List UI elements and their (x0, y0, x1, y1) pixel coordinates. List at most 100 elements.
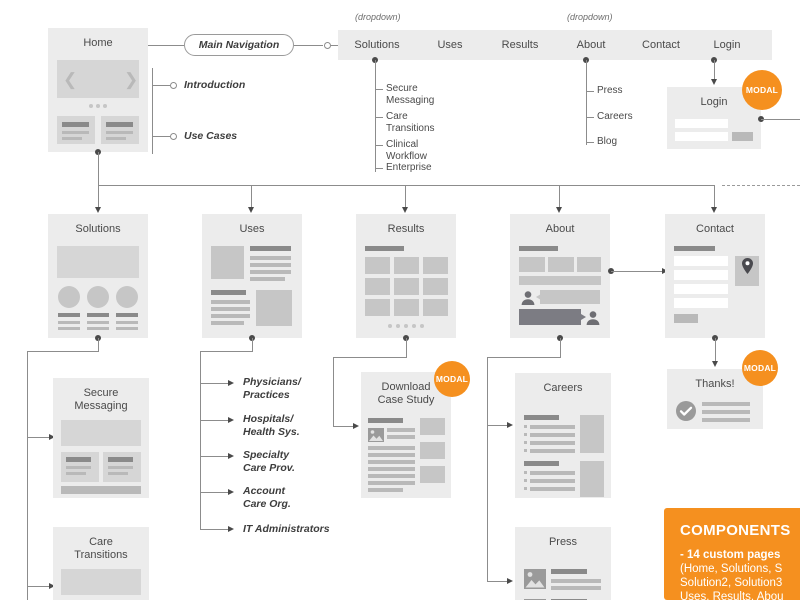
dropdown-item-careers[interactable]: Careers (597, 111, 633, 123)
components-line: Solution2, Solution3 (680, 577, 783, 589)
content-text-bar (211, 321, 244, 325)
modal-badge-label: MODAL (745, 85, 779, 95)
content-text-bar (250, 277, 285, 281)
footer-bar (61, 486, 141, 494)
nav-item-about[interactable]: About (556, 39, 626, 51)
main-navigation-pill[interactable]: Main Navigation (184, 34, 294, 56)
login-submit-button[interactable] (732, 132, 753, 141)
sidebar-tile (580, 415, 604, 453)
content-text-bar (211, 314, 250, 318)
list-item-bar (530, 433, 575, 437)
page-card-title: Solutions (75, 223, 121, 235)
page-card-title: Care Transitions (74, 536, 128, 561)
connector-line (560, 338, 561, 358)
connector-line (98, 152, 99, 186)
main-navigation-bar[interactable]: Solutions Uses Results About Contact Log… (338, 30, 772, 60)
uses-subitem-specialty-care-providers[interactable]: Specialty Care Prov. (243, 449, 295, 474)
content-text-bar (250, 270, 291, 274)
page-card-contact[interactable]: Contact (665, 214, 765, 338)
login-password-field[interactable] (675, 132, 728, 141)
connector-line (200, 529, 229, 530)
page-card-solutions[interactable]: Solutions (48, 214, 148, 338)
contact-submit-button[interactable] (674, 314, 698, 323)
content-text-bar (66, 472, 86, 475)
uses-subitem-physicians-practices[interactable]: Physicians/ Practices (243, 376, 301, 401)
carousel-dot[interactable] (96, 104, 100, 108)
carousel-dot[interactable] (89, 104, 93, 108)
page-card-title: Press (548, 536, 578, 548)
page-card-careers[interactable]: Careers (515, 373, 611, 498)
connector-line (294, 45, 323, 46)
content-heading-bar (365, 246, 404, 251)
content-text-bar (387, 435, 415, 439)
login-username-field[interactable] (675, 119, 728, 128)
content-text-bar (66, 466, 91, 469)
nav-item-uses[interactable]: Uses (416, 39, 484, 51)
dropdown-item-enterprise[interactable]: Enterprise (386, 162, 432, 174)
uses-subitem-account-care-org[interactable]: Account Care Org. (243, 485, 291, 510)
nav-item-solutions[interactable]: Solutions (338, 39, 416, 51)
page-card-uses[interactable]: Uses (202, 214, 302, 338)
contact-input-name[interactable] (674, 256, 728, 266)
arrow-head (353, 422, 359, 429)
dropdown-item-care-transitions[interactable]: Care Transitions (386, 111, 435, 135)
hero-block[interactable] (61, 569, 141, 595)
connector-line (586, 117, 594, 118)
dropdown-item-secure-messaging[interactable]: Secure Messaging (386, 83, 434, 107)
pagination-dot[interactable] (388, 324, 392, 328)
connector-line (27, 351, 28, 600)
arrow-head (228, 525, 234, 532)
carousel-dot[interactable] (103, 104, 107, 108)
image-icon (368, 428, 384, 442)
page-card-home[interactable]: Home ❮ ❯ (48, 28, 148, 152)
contact-input-email[interactable] (674, 270, 728, 280)
pagination-dot[interactable] (396, 324, 400, 328)
nav-item-login[interactable]: Login (696, 39, 758, 51)
uses-subitem-hospitals-health-systems[interactable]: Hospitals/ Health Sys. (243, 413, 300, 438)
page-card-press[interactable]: Press (515, 527, 611, 600)
page-card-about[interactable]: About (510, 214, 610, 338)
content-text-bar (368, 481, 415, 485)
page-card-results[interactable]: Results (356, 214, 456, 338)
arrow-head (401, 207, 408, 213)
components-heading: COMPONENTS (680, 522, 791, 539)
dropdown-item-clinical-workflow[interactable]: Clinical Workflow (386, 139, 427, 163)
contact-input-message[interactable] (674, 298, 728, 308)
pagination-dot[interactable] (420, 324, 424, 328)
connector-line (333, 426, 354, 427)
content-tile (519, 257, 545, 272)
nav-item-results[interactable]: Results (484, 39, 556, 51)
connector-ring (170, 132, 177, 140)
pagination-dot[interactable] (412, 324, 416, 328)
page-card-secure-messaging[interactable]: Secure Messaging (53, 378, 149, 498)
page-card-care-transitions[interactable]: Care Transitions (53, 527, 149, 600)
contact-input-phone[interactable] (674, 284, 728, 294)
content-bar (519, 276, 601, 285)
map-pin-icon (742, 258, 753, 274)
content-text-bar (106, 137, 126, 140)
page-card-title: Uses (239, 223, 265, 235)
content-text-bar (368, 453, 415, 457)
connector-line (375, 145, 383, 146)
connector-line (200, 420, 229, 421)
chevron-left-icon[interactable]: ❮ (63, 71, 77, 88)
connector-line (200, 492, 229, 493)
content-tile (577, 257, 601, 272)
connector-line (98, 185, 99, 208)
feature-text-bar (58, 321, 80, 324)
dropdown-item-press[interactable]: Press (597, 85, 623, 97)
arrow-head (228, 379, 234, 386)
arrow-head (228, 416, 234, 423)
connector-line (27, 351, 99, 352)
main-navigation-label: Main Navigation (198, 39, 280, 51)
hero-block[interactable] (61, 420, 141, 446)
pagination-dot[interactable] (404, 324, 408, 328)
grid-tile (423, 257, 448, 274)
hero-block[interactable] (57, 246, 139, 278)
uses-subitem-it-administrators[interactable]: IT Administrators (243, 523, 330, 536)
chevron-right-icon[interactable]: ❯ (124, 71, 138, 88)
nav-item-contact[interactable]: Contact (626, 39, 696, 51)
page-card-title: Secure Messaging (74, 387, 128, 412)
sidebar-tile (420, 418, 445, 435)
dropdown-item-blog[interactable]: Blog (597, 136, 617, 148)
